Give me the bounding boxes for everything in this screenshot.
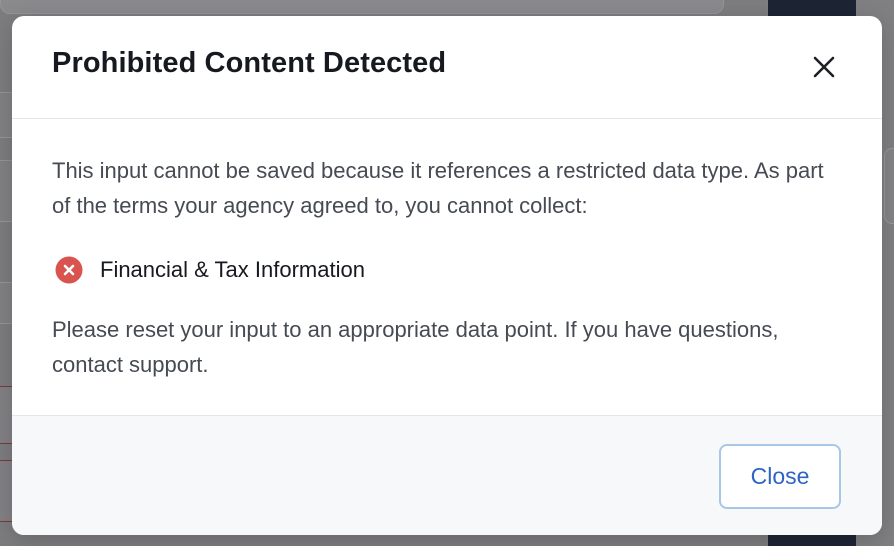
- restriction-message: This input cannot be saved because it re…: [52, 158, 824, 218]
- modal-footer: Close: [12, 415, 882, 535]
- restricted-item: Financial & Tax Information: [55, 253, 365, 287]
- modal-body: This input cannot be saved because it re…: [52, 119, 842, 415]
- error-circle-icon: [55, 256, 83, 284]
- modal-header: Prohibited Content Detected: [12, 16, 882, 119]
- background-field: [884, 148, 894, 224]
- prohibited-content-modal: Prohibited Content Detected This input c…: [12, 16, 882, 535]
- restricted-item-label: Financial & Tax Information: [100, 257, 365, 282]
- modal-title: Prohibited Content Detected: [52, 47, 447, 79]
- close-button[interactable]: Close: [719, 444, 841, 509]
- background-card: [0, 0, 724, 14]
- instruction-message: Please reset your input to an appropriat…: [52, 317, 779, 377]
- close-icon[interactable]: [807, 50, 841, 84]
